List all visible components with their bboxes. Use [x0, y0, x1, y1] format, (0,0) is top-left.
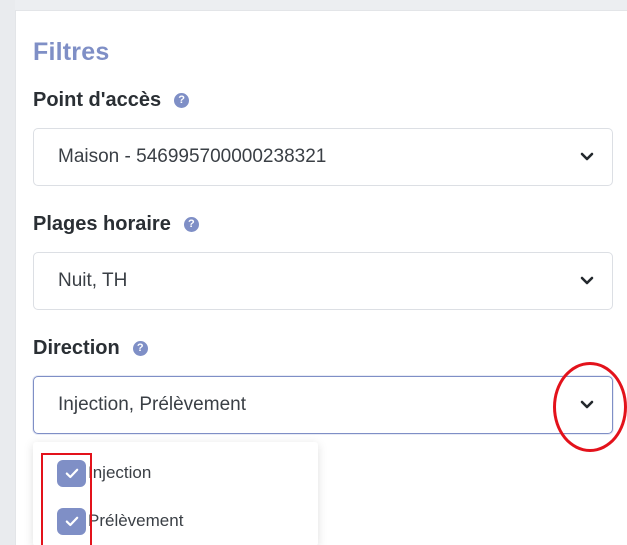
- chevron-down-icon[interactable]: [580, 400, 594, 410]
- access-point-label-row: Point d'accès ?: [33, 89, 190, 112]
- option-label-prelevement: Prélèvement: [88, 511, 184, 530]
- check-icon: [65, 516, 78, 526]
- left-gutter: [0, 0, 15, 545]
- checkbox-injection[interactable]: [57, 459, 86, 487]
- direction-select[interactable]: Injection, Prélèvement: [33, 376, 613, 434]
- question-circle-icon[interactable]: ?: [174, 93, 190, 108]
- question-circle-icon[interactable]: ?: [132, 341, 148, 356]
- access-point-select[interactable]: Maison - 546995700000238321: [33, 128, 613, 186]
- panel-title: Filtres: [33, 38, 110, 66]
- direction-value: Injection, Prélèvement: [58, 394, 246, 415]
- access-point-label: Point d'accès: [33, 89, 162, 111]
- time-ranges-label: Plages horaire: [33, 213, 171, 235]
- checkbox-prelevement[interactable]: [57, 507, 86, 535]
- filters-panel: Filtres Point d'accès ? Maison - 5469957…: [15, 10, 627, 545]
- option-label-injection: Injection: [88, 463, 152, 482]
- direction-label: Direction: [33, 337, 120, 359]
- time-ranges-label-row: Plages horaire ?: [33, 213, 199, 236]
- time-ranges-select[interactable]: Nuit, TH: [33, 252, 613, 310]
- access-point-value: Maison - 546995700000238321: [58, 146, 327, 167]
- check-icon: [65, 468, 78, 478]
- direction-dropdown-menu: Injection Prélèvement: [33, 442, 318, 545]
- chevron-down-icon[interactable]: [580, 276, 594, 286]
- question-circle-icon[interactable]: ?: [183, 217, 199, 232]
- dropdown-option-injection[interactable]: Injection: [57, 458, 151, 488]
- direction-label-row: Direction ?: [33, 337, 148, 360]
- top-gutter: [15, 0, 627, 10]
- time-ranges-value: Nuit, TH: [58, 270, 128, 291]
- chevron-down-icon[interactable]: [580, 152, 594, 162]
- dropdown-option-prelevement[interactable]: Prélèvement: [57, 506, 183, 536]
